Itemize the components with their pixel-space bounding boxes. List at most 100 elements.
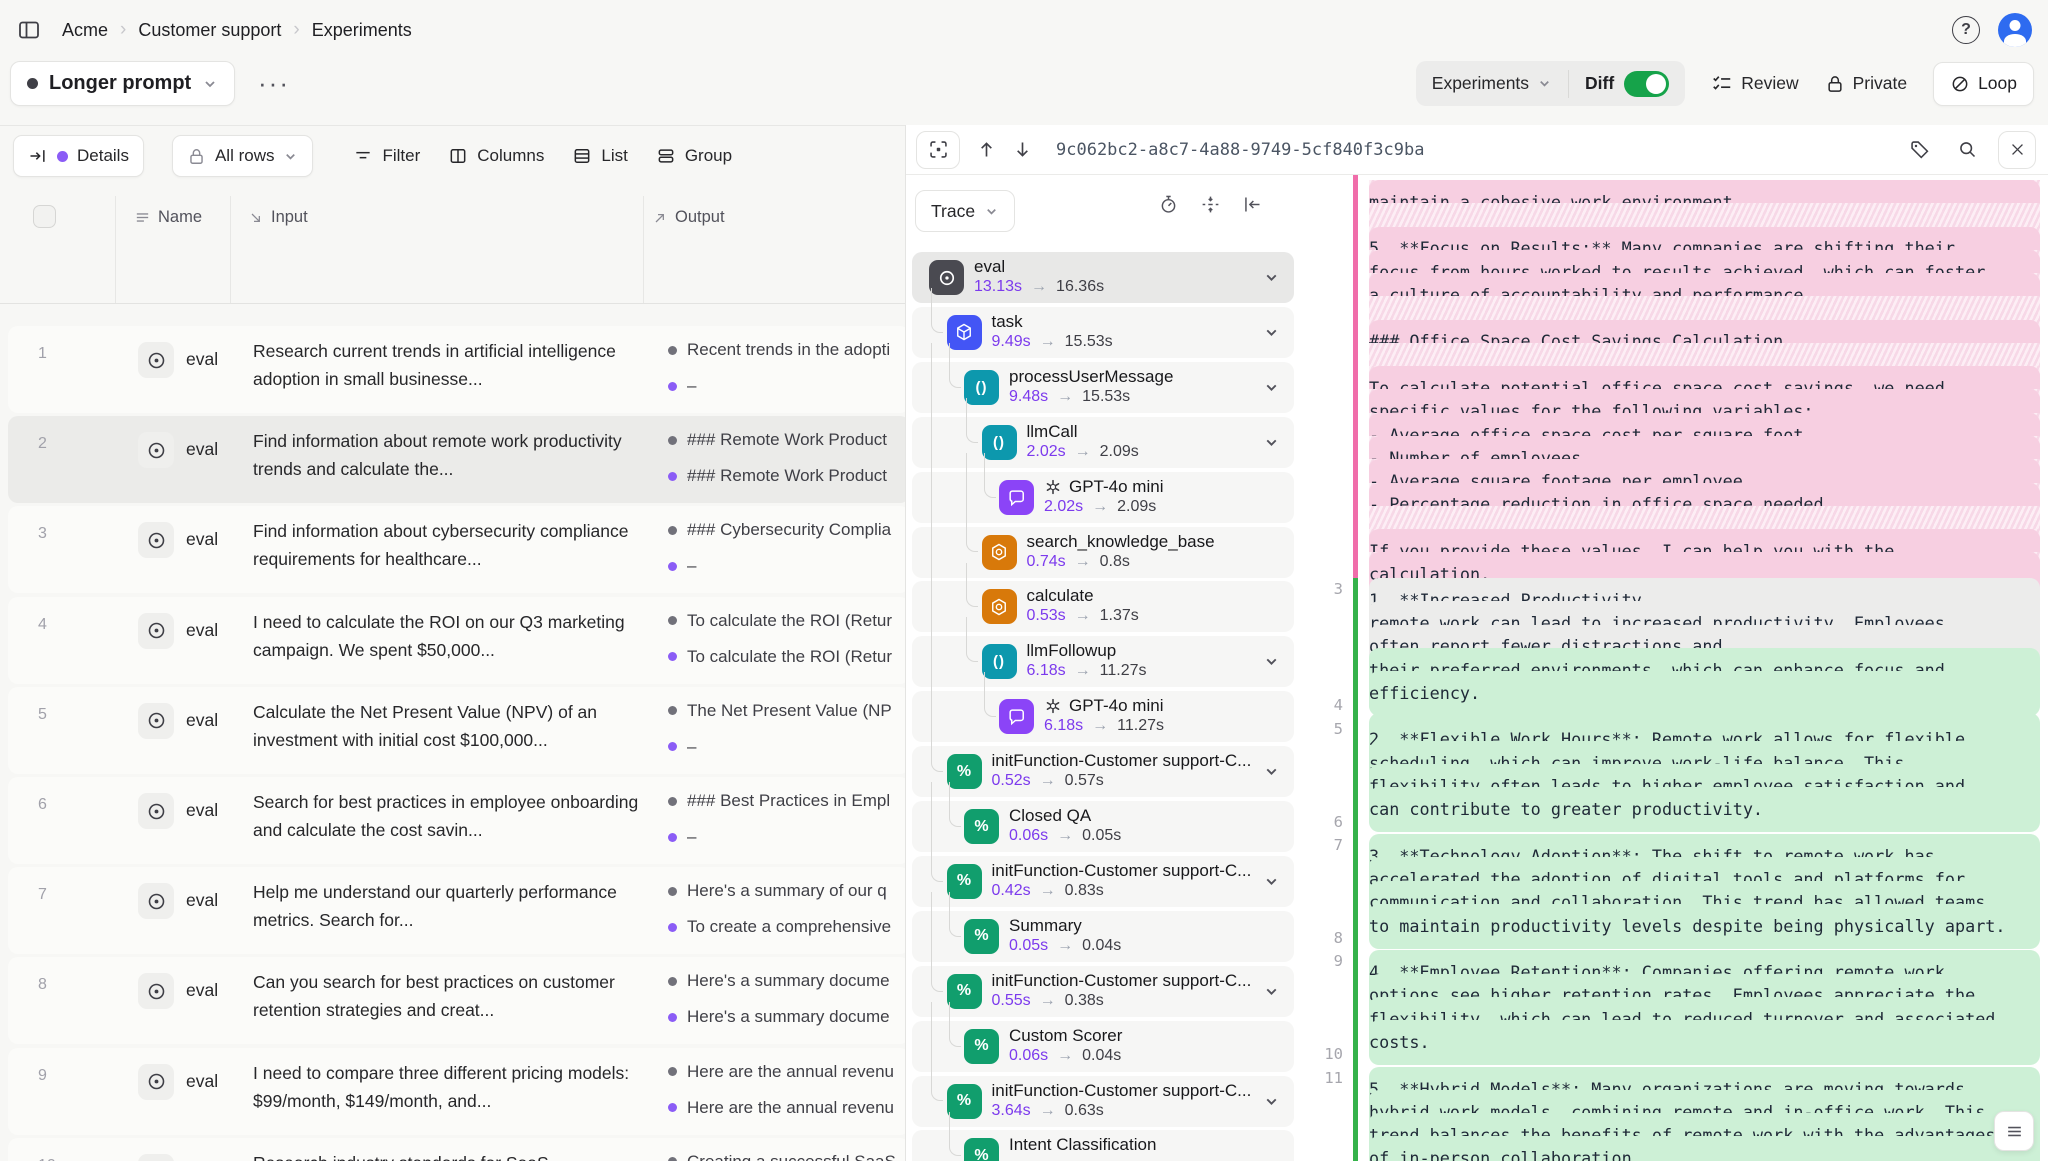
table-row[interactable]: 4 eval I need to calculate the ROI on ou… <box>8 597 905 684</box>
next-row-icon[interactable] <box>1004 132 1040 168</box>
span-name: processUserMessage <box>1009 367 1173 387</box>
more-menu-button[interactable]: ··· <box>258 68 290 99</box>
list-button[interactable]: List <box>572 146 627 166</box>
diff-added-line: scheduling, which can improve work-life … <box>1369 741 2040 764</box>
row-name: eval <box>186 710 218 731</box>
chevron-down-icon[interactable] <box>1263 983 1280 1000</box>
arrow-right-icon: → <box>1075 443 1091 461</box>
trace-view-selector[interactable]: Trace <box>915 190 1015 232</box>
table-row[interactable]: 9 eval I need to compare three different… <box>8 1048 905 1135</box>
expand-fullscreen-icon[interactable] <box>916 131 960 169</box>
chevron-down-icon <box>202 76 218 92</box>
score-span-icon: % <box>964 809 999 844</box>
diff-added-line <box>1369 811 2040 834</box>
diff-line-number: 10 <box>1286 1043 1343 1066</box>
trace-span-row[interactable]: % Intent Classification <box>912 1130 1294 1161</box>
trace-span-row[interactable]: search_knowledge_base 0.74s → 0.8s <box>912 527 1294 578</box>
trace-span-row[interactable]: GPT-4o mini 6.18s → 11.27s <box>912 691 1294 742</box>
chevron-down-icon[interactable] <box>1263 269 1280 286</box>
private-button[interactable]: Private <box>1825 73 1907 94</box>
table-row[interactable]: 3 eval Find information about cybersecur… <box>8 506 905 593</box>
diff-added-line: options see higher retention rates. Empl… <box>1369 974 2040 997</box>
row-input: Can you search for best practices on cus… <box>253 968 651 1024</box>
collapse-panel-icon[interactable] <box>1242 194 1263 215</box>
chevron-down-icon[interactable] <box>1263 324 1280 341</box>
column-header-output[interactable]: Output <box>652 208 725 227</box>
column-header-input[interactable]: Input <box>248 208 308 227</box>
group-button[interactable]: Group <box>656 146 732 166</box>
output-bullet-icon <box>668 382 677 391</box>
list-icon <box>572 146 592 166</box>
diff-removed-line: focus from hours worked to results achie… <box>1369 250 2040 273</box>
chevron-down-icon[interactable] <box>1263 873 1280 890</box>
score-span-icon: % <box>964 919 999 954</box>
prev-row-icon[interactable] <box>968 132 1004 168</box>
tag-icon[interactable] <box>1902 133 1936 167</box>
breadcrumb-section[interactable]: Experiments <box>306 16 418 45</box>
chevron-down-icon[interactable] <box>1263 1093 1280 1110</box>
row-number: 7 <box>38 886 47 904</box>
trace-span-row[interactable]: % Custom Scorer 0.06s → 0.04s <box>912 1021 1294 1072</box>
table-row[interactable]: 10 eval Research industry standards for … <box>8 1138 905 1161</box>
diff-menu-button[interactable] <box>1994 1111 2034 1151</box>
diff-added-line <box>1369 1043 2040 1066</box>
trace-span-row[interactable]: () llmFollowup 6.18s → 11.27s <box>912 636 1294 687</box>
table-row[interactable]: 5 eval Calculate the Net Present Value (… <box>8 687 905 774</box>
chevron-down-icon[interactable] <box>1263 763 1280 780</box>
review-button[interactable]: Review <box>1711 73 1798 95</box>
trace-span-row[interactable]: % Closed QA 0.06s → 0.05s <box>912 801 1294 852</box>
trace-span-row[interactable]: GPT-4o mini 2.02s → 2.09s <box>912 472 1294 523</box>
eval-icon <box>138 1154 174 1161</box>
table-row[interactable]: 6 eval Search for best practices in empl… <box>8 777 905 864</box>
duration-current: 0.06s <box>1009 1047 1048 1065</box>
timing-icon[interactable] <box>1158 194 1179 215</box>
filter-button[interactable]: Filter <box>353 146 420 166</box>
diff-toggle[interactable] <box>1624 71 1669 97</box>
table-row[interactable]: 1 eval Research current trends in artifi… <box>8 326 905 413</box>
trace-span-row[interactable]: % Summary 0.05s → 0.04s <box>912 911 1294 962</box>
loop-button[interactable]: Loop <box>1933 62 2034 106</box>
avatar[interactable] <box>1998 13 2032 47</box>
eval-icon <box>138 342 174 378</box>
view-selector[interactable]: Experiments <box>1416 61 1568 106</box>
trace-span-row[interactable]: % initFunction-Customer support-C... 3.6… <box>912 1076 1294 1127</box>
table-row[interactable]: 8 eval Can you search for best practices… <box>8 957 905 1044</box>
chevron-down-icon[interactable] <box>1263 653 1280 670</box>
columns-button[interactable]: Columns <box>448 146 544 166</box>
arrow-right-icon: → <box>1092 717 1108 735</box>
breadcrumb-org[interactable]: Acme <box>56 16 114 45</box>
chevron-down-icon[interactable] <box>1263 379 1280 396</box>
help-icon[interactable]: ? <box>1952 16 1980 44</box>
experiment-picker[interactable]: Longer prompt <box>10 61 235 106</box>
diff-output-view[interactable]: maintain a cohesive work environment.5. … <box>1286 175 2048 1161</box>
table-row[interactable]: 2 eval Find information about remote wor… <box>8 416 905 503</box>
trace-span-row[interactable]: task 9.49s → 15.53s <box>912 307 1294 358</box>
diff-added-line: flexibility, which can lead to reduced t… <box>1369 997 2040 1020</box>
rows-filter-button[interactable]: All rows <box>172 135 314 177</box>
trace-span-row[interactable]: eval 13.13s → 16.36s <box>912 252 1294 303</box>
select-all-checkbox[interactable] <box>33 205 56 228</box>
trace-span-row[interactable]: % initFunction-Customer support-C... 0.5… <box>912 966 1294 1017</box>
diff-removed-line <box>1369 343 2040 366</box>
trace-span-row[interactable]: () processUserMessage 9.48s → 15.53s <box>912 362 1294 413</box>
arrow-up-right-icon <box>652 210 668 226</box>
experiment-status-dot <box>27 78 38 89</box>
diff-removed-line: - Number of employees <box>1369 436 2040 459</box>
details-button[interactable]: Details <box>13 135 144 177</box>
trace-span-row[interactable]: % initFunction-Customer support-C... 0.4… <box>912 856 1294 907</box>
search-icon[interactable] <box>1950 133 1984 167</box>
breadcrumb-project[interactable]: Customer support <box>132 16 287 45</box>
diff-added-line: can contribute to greater productivity. <box>1369 787 2040 810</box>
collapse-rows-icon[interactable] <box>1200 194 1221 215</box>
chevron-down-icon[interactable] <box>1263 434 1280 451</box>
close-icon[interactable] <box>1998 131 2036 169</box>
span-durations: 0.06s → 0.05s <box>1009 827 1121 845</box>
trace-span-row[interactable]: % initFunction-Customer support-C... 0.5… <box>912 746 1294 797</box>
table-row[interactable]: 7 eval Help me understand our quarterly … <box>8 867 905 954</box>
sidebar-toggle-icon[interactable] <box>14 15 44 45</box>
column-header-name[interactable]: Name <box>134 208 202 227</box>
trace-span-row[interactable]: () llmCall 2.02s → 2.09s <box>912 417 1294 468</box>
row-output-compare: ### Remote Work Product <box>668 466 905 486</box>
output-bullet-icon <box>668 977 677 986</box>
trace-span-row[interactable]: calculate 0.53s → 1.37s <box>912 581 1294 632</box>
